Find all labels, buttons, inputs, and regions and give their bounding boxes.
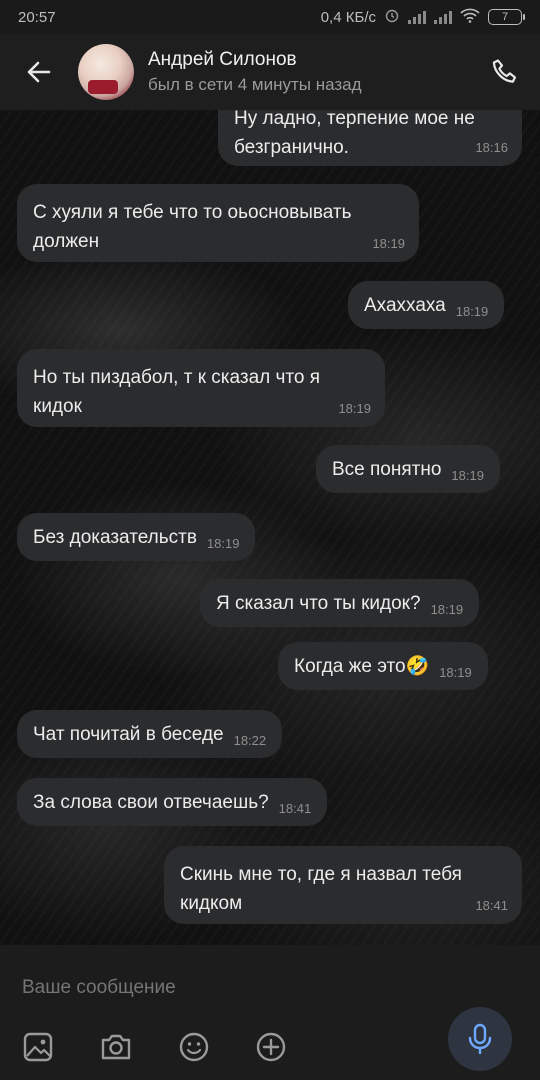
- add-button[interactable]: [251, 1027, 291, 1067]
- voice-message-button[interactable]: [448, 1007, 512, 1071]
- chat-header: Андрей Силонов был в сети 4 минуты назад: [0, 34, 540, 110]
- message-text: Но ты пиздабол, т к сказал что я кидок: [33, 367, 321, 417]
- message-text: Я сказал что ты кидок?: [216, 593, 421, 614]
- add-icon: [256, 1032, 286, 1062]
- status-indicators: 0,4 КБ/с 7: [320, 7, 525, 27]
- camera-icon: [101, 1034, 131, 1060]
- message-time: 18:41: [278, 801, 312, 816]
- network-speed: 0,4 КБ/с: [320, 8, 376, 26]
- message-outgoing[interactable]: Когда же это🤣 18:19: [278, 642, 488, 690]
- emoji-icon: [179, 1032, 209, 1062]
- gallery-icon: [23, 1032, 53, 1062]
- arrow-left-icon: [27, 61, 51, 83]
- camera-button[interactable]: [96, 1027, 136, 1067]
- message-text: Ну ладно, терпение мое не безгранично.: [234, 110, 475, 158]
- message-text: Без доказательств: [33, 527, 197, 548]
- contact-name: Андрей Силонов: [148, 49, 297, 70]
- message-time: 18:19: [338, 401, 371, 416]
- signal-icon: [408, 10, 426, 24]
- message-incoming[interactable]: За слова свои отвечаешь? 18:41: [17, 778, 328, 826]
- phone-icon: [492, 59, 516, 83]
- message-incoming[interactable]: Но ты пиздабол, т к сказал что я кидок 1…: [17, 349, 385, 427]
- battery-icon: 7: [488, 9, 525, 25]
- message-incoming[interactable]: С хуяли я тебе что то оьосновывать долже…: [17, 184, 419, 262]
- back-button[interactable]: [0, 34, 78, 110]
- status-time: 20:57: [18, 8, 56, 26]
- status-bar: 20:57 0,4 КБ/с 7: [0, 0, 540, 34]
- wifi-icon: [460, 8, 480, 27]
- message-outgoing[interactable]: Ахаххаха 18:19: [348, 281, 505, 329]
- message-composer: [0, 945, 540, 1080]
- microphone-icon: [468, 1023, 492, 1055]
- signal-icon-2: [434, 10, 452, 24]
- message-incoming[interactable]: Без доказательств 18:19: [17, 513, 256, 561]
- message-text: Скинь мне то, где я назвал тебя кидком: [180, 864, 462, 914]
- contact-presence: был в сети 4 минуты назад: [148, 75, 362, 94]
- message-outgoing[interactable]: Все понятно 18:19: [316, 445, 500, 493]
- avatar[interactable]: [78, 44, 134, 100]
- message-outgoing[interactable]: Я сказал что ты кидок? 18:19: [200, 579, 480, 627]
- message-outgoing[interactable]: Ну ладно, терпение мое не безгранично. 1…: [218, 110, 522, 166]
- message-text: Когда же это🤣: [294, 656, 430, 677]
- message-input[interactable]: [22, 975, 442, 1001]
- message-time: 18:19: [206, 536, 240, 551]
- message-list[interactable]: Ну ладно, терпение мое не безгранично. 1…: [0, 110, 540, 945]
- gallery-button[interactable]: [18, 1027, 58, 1067]
- emoji-button[interactable]: [174, 1027, 214, 1067]
- message-time: 18:19: [372, 236, 405, 251]
- message-time: 18:19: [430, 602, 464, 617]
- message-time: 18:22: [233, 733, 267, 748]
- message-time: 18:19: [451, 468, 484, 483]
- message-text: За слова свои отвечаешь?: [33, 792, 269, 813]
- alarm-icon: [384, 7, 400, 27]
- message-time: 18:19: [439, 665, 472, 680]
- message-outgoing[interactable]: Скинь мне то, где я назвал тебя кидком 1…: [164, 846, 522, 924]
- contact-info[interactable]: Андрей Силонов был в сети 4 минуты назад: [148, 49, 470, 95]
- message-text: Ахаххаха: [364, 295, 446, 316]
- call-button[interactable]: [470, 34, 540, 110]
- message-time: 18:41: [475, 898, 508, 913]
- message-time: 18:16: [475, 140, 508, 155]
- message-time: 18:19: [455, 304, 489, 319]
- message-incoming[interactable]: Чат почитай в беседе 18:22: [17, 710, 283, 758]
- message-text: Чат почитай в беседе: [33, 724, 224, 745]
- message-text: С хуяли я тебе что то оьосновывать долже…: [33, 202, 352, 252]
- message-text: Все понятно: [332, 459, 442, 480]
